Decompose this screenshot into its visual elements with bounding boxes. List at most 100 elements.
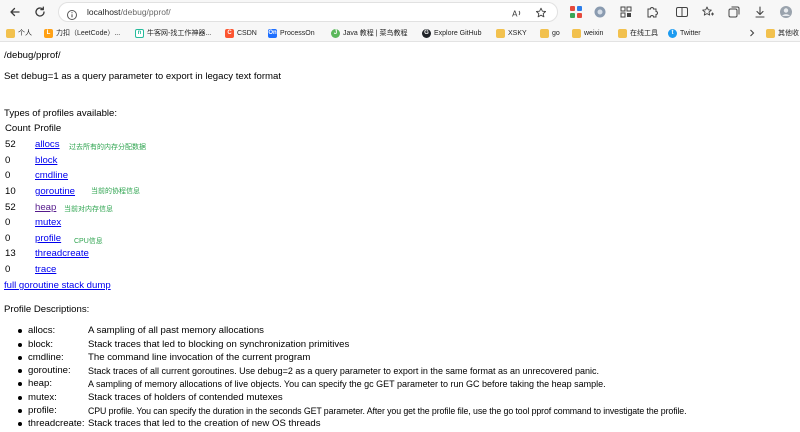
folder-icon: [572, 28, 581, 38]
profile-row: 0 profile: [5, 233, 405, 246]
nowcoder-icon: n: [135, 28, 144, 38]
profile-row: 0 trace: [5, 264, 405, 277]
back-button[interactable]: [6, 3, 24, 21]
profile-row: 10 goroutine: [5, 186, 405, 199]
bookmark-item[interactable]: t Twitter: [668, 26, 701, 40]
profile-row: 0 cmdline: [5, 170, 405, 183]
downloads-icon[interactable]: [752, 4, 768, 20]
browser-toolbar: localhost/debug/pprof/ A: [0, 0, 800, 24]
profile-row: 52 allocs: [5, 139, 405, 152]
profile-link-allocs[interactable]: allocs: [35, 139, 60, 151]
profile-count: 0: [5, 217, 11, 228]
arrow-left-icon: [10, 7, 20, 17]
bookmarks-overflow-button[interactable]: [748, 26, 756, 40]
profile-count: 0: [5, 155, 11, 166]
description-item: block: Stack traces that led to blocking…: [4, 339, 800, 352]
bookmark-item[interactable]: go: [540, 26, 560, 40]
bookmark-label: go: [552, 29, 560, 37]
descriptions-heading: Profile Descriptions:: [4, 304, 90, 315]
description-text: Stack traces of holders of contended mut…: [88, 392, 283, 403]
description-name: profile:: [28, 405, 57, 416]
bookmark-label: Explore GitHub: [434, 29, 482, 37]
description-item: threadcreate: Stack traces that led to t…: [4, 418, 800, 431]
profile-avatar-icon[interactable]: [778, 4, 794, 20]
profile-link-mutex[interactable]: mutex: [35, 217, 61, 229]
description-text: CPU profile. You can specify the duratio…: [88, 406, 687, 416]
address-bar[interactable]: localhost/debug/pprof/ A: [58, 2, 558, 22]
profile-link-block[interactable]: block: [35, 155, 57, 167]
reload-icon: [35, 6, 45, 17]
description-item: profile: CPU profile. You can specify th…: [4, 405, 800, 418]
description-text: The command line invocation of the curre…: [88, 352, 311, 363]
folder-icon: [496, 28, 505, 38]
profile-link-heap[interactable]: heap: [35, 202, 56, 214]
profile-count: 10: [5, 186, 16, 197]
bookmark-item[interactable]: 个人: [6, 26, 32, 40]
description-name: threadcreate:: [28, 418, 85, 429]
url-host: localhost: [87, 7, 121, 17]
extension-apps-icon[interactable]: [568, 4, 584, 20]
description-text: A sampling of memory allocations of live…: [88, 379, 606, 389]
bookmark-label: ProcessOn: [280, 29, 315, 37]
bookmark-label: 力扣（LeetCode）...: [56, 30, 121, 37]
extension-grid-icon[interactable]: [618, 4, 634, 20]
profile-link-goroutine[interactable]: goroutine: [35, 186, 75, 198]
bookmark-item[interactable]: C CSDN: [225, 26, 257, 40]
bookmark-item[interactable]: G Explore GitHub: [422, 26, 481, 40]
profile-link-threadcreate[interactable]: threadcreate: [35, 248, 89, 260]
extension-circle-icon[interactable]: [592, 4, 608, 20]
bookmark-item[interactable]: weixin: [572, 26, 603, 40]
reload-button[interactable]: [31, 3, 49, 21]
intro-text: Set debug=1 as a query parameter to expo…: [4, 71, 282, 82]
description-name: mutex:: [28, 392, 57, 403]
read-aloud-icon[interactable]: A: [511, 7, 523, 19]
types-heading: Types of profiles available:: [4, 108, 118, 119]
profile-count: 13: [5, 248, 16, 259]
favorites-icon[interactable]: [700, 4, 716, 20]
bookmarks-bar: 个人 L 力扣（LeetCode）... n 牛客网-找工作神器... C CS…: [0, 24, 800, 42]
collections-icon[interactable]: [726, 4, 742, 20]
description-item: cmdline: The command line invocation of …: [4, 352, 800, 365]
github-icon: G: [422, 28, 431, 38]
profile-link-profile[interactable]: profile: [35, 233, 61, 245]
description-text: Stack traces that led to blocking on syn…: [88, 339, 350, 350]
favorite-star-icon[interactable]: [535, 7, 547, 19]
bullet: [18, 369, 22, 373]
annotation-heap: 当前对内存信息: [64, 206, 113, 213]
annotation-goroutine: 当前的协程信息: [91, 188, 140, 195]
svg-text:A: A: [512, 10, 518, 19]
bullet: [18, 329, 22, 333]
description-item: goroutine: Stack traces of all current g…: [4, 365, 800, 378]
full-goroutine-dump-link[interactable]: full goroutine stack dump: [4, 280, 111, 292]
folder-icon: [618, 28, 627, 38]
folder-icon: [766, 28, 775, 38]
profile-count: 0: [5, 264, 11, 275]
description-text: Stack traces of all current goroutines. …: [88, 366, 600, 376]
site-info-icon[interactable]: [66, 6, 78, 25]
bookmark-label: weixin: [584, 29, 604, 37]
bookmark-item[interactable]: L 力扣（LeetCode）...: [44, 26, 120, 40]
description-name: cmdline:: [28, 352, 64, 363]
description-text: Stack traces that led to the creation of…: [88, 418, 321, 429]
runoob-icon: J: [331, 28, 340, 38]
description-item: mutex: Stack traces of holders of conten…: [4, 392, 800, 405]
url-text[interactable]: localhost/debug/pprof/: [87, 6, 171, 18]
bookmark-item[interactable]: J Java 教程 | 菜鸟教程: [331, 26, 407, 40]
profile-column-header: Profile: [34, 123, 62, 134]
bookmark-item[interactable]: XSKY: [496, 26, 527, 40]
bookmark-item[interactable]: 在线工具: [618, 26, 658, 40]
profile-link-cmdline[interactable]: cmdline: [35, 170, 68, 182]
profile-row: 13 threadcreate: [5, 248, 405, 261]
bookmark-item[interactable]: n 牛客网-找工作神器...: [135, 26, 211, 40]
bullet: [18, 382, 22, 386]
description-name: allocs:: [28, 325, 56, 336]
extensions-puzzle-icon[interactable]: [644, 4, 660, 20]
split-screen-icon[interactable]: [674, 4, 690, 20]
url-path: /debug/pprof/: [120, 7, 171, 17]
bookmark-item[interactable]: 其他收: [766, 26, 799, 40]
profile-link-trace[interactable]: trace: [35, 264, 56, 276]
bookmark-label: Java 教程 | 菜鸟教程: [343, 30, 408, 37]
chevron-right-icon: [750, 29, 755, 37]
page-title: /debug/pprof/: [4, 50, 61, 61]
bookmark-item[interactable]: On ProcessOn: [268, 26, 315, 40]
